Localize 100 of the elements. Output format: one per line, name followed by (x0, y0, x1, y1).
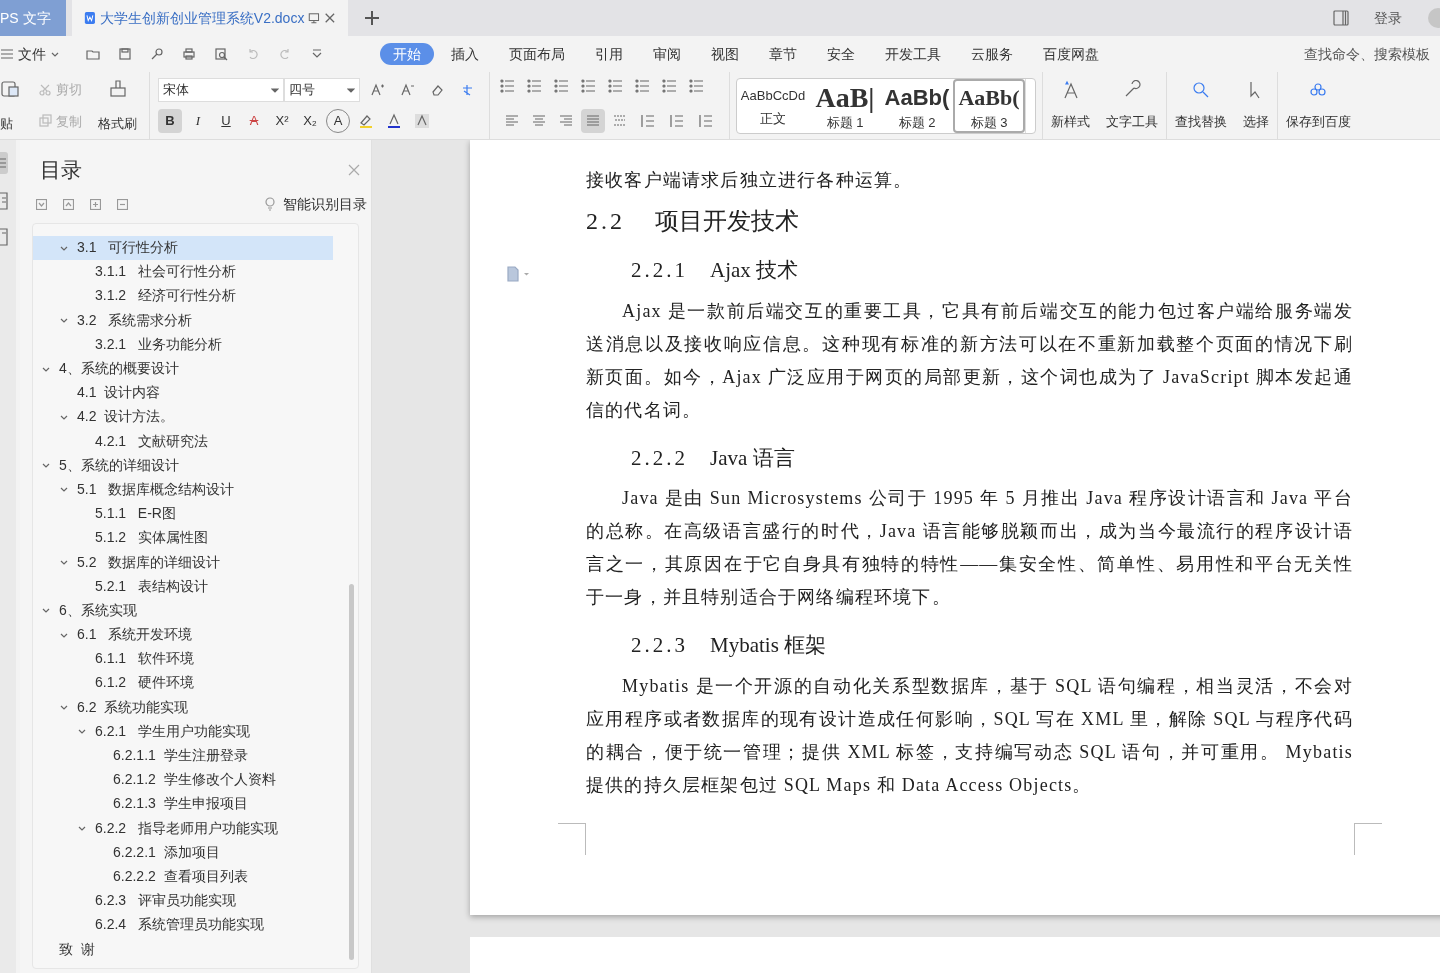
toc-item[interactable]: 6.2 系统功能实现 (33, 695, 333, 720)
section-heading: 2.2 项目开发技术 (586, 207, 800, 236)
format-button[interactable]: U (214, 109, 238, 133)
clipboard-icon[interactable] (0, 78, 20, 98)
toc-item[interactable]: 3.1.2 经济可行性分析 (45, 283, 345, 309)
toc-item[interactable]: 5.2 数据库的详细设计 (33, 549, 333, 575)
toc-item[interactable]: 5、系统的详细设计 (33, 453, 333, 478)
ribbon-tab[interactable]: 页面布局 (496, 43, 578, 65)
highlight-icon[interactable] (358, 113, 374, 129)
style-option[interactable]: AaBb( 标题 3 (953, 78, 1025, 133)
tool-button[interactable]: 查找替换 (1167, 72, 1235, 139)
print-preview-icon[interactable] (214, 47, 228, 61)
brush-icon (107, 78, 128, 98)
toc-item[interactable]: 6.2.1.3 学生申报项目 (45, 791, 345, 816)
crop-mark (1354, 823, 1382, 855)
toc-item[interactable]: 4、系统的概要设计 (33, 356, 333, 381)
menu-icon (0, 48, 14, 60)
expand-level-icon[interactable] (90, 198, 101, 210)
shrink-font-icon[interactable] (400, 82, 416, 98)
ribbon-tab[interactable]: 插入 (438, 43, 492, 65)
style-option[interactable]: AaBb( 标题 2 (881, 78, 953, 133)
print-icon[interactable] (182, 47, 196, 61)
login-link[interactable]: 登录 (1374, 7, 1402, 29)
toc-item[interactable]: 6.2.1.2 学生修改个人资料 (45, 767, 345, 792)
section-heading: 2.2.3 Mybatis 框架 (631, 632, 828, 659)
toc-item[interactable]: 6.1.2 硬件环境 (45, 670, 345, 696)
toc-item[interactable]: 6、系统实现 (33, 598, 333, 623)
toc-item[interactable]: 4.1 设计内容 (33, 380, 333, 405)
toc-item[interactable]: 5.2.1 表结构设计 (45, 574, 345, 599)
style-label: 标题 2 (898, 113, 936, 131)
toc-item[interactable]: 6.1 系统开发环境 (33, 622, 333, 647)
format-button[interactable]: X² (270, 109, 294, 133)
toc-item[interactable]: 4.2 设计方法。 (33, 404, 333, 429)
caret-icon (271, 86, 279, 94)
toc-item[interactable]: 6.2.1.1 学生注册登录 (45, 743, 345, 768)
paragraph-marker-icon[interactable] (506, 266, 532, 282)
smart-toc-button[interactable]: 智能识别目录 (265, 193, 367, 215)
toc-item[interactable]: 5.1 数据库概念结构设计 (33, 477, 333, 502)
line-spacing-icon[interactable] (640, 113, 656, 129)
collapse-level-icon[interactable] (117, 198, 128, 210)
ribbon-tab[interactable]: 审阅 (640, 43, 694, 65)
font-color-icon[interactable] (386, 113, 402, 129)
page-icon[interactable] (0, 192, 10, 210)
body-paragraph: 接收客户端请求后独立进行各种运算。 (586, 169, 914, 192)
ribbon-tab[interactable]: 视图 (698, 43, 752, 65)
font-size-field[interactable]: 四号 (284, 78, 360, 102)
ribbon-tab[interactable]: 安全 (814, 43, 868, 65)
ribbon-tab[interactable]: 引用 (582, 43, 636, 65)
toc-item[interactable]: 5.1.2 实体属性图 (45, 525, 345, 550)
char-shading-icon[interactable] (414, 113, 430, 129)
style-option[interactable]: AaBbCcDd 正文 (737, 78, 809, 133)
toc-item[interactable]: 6.2.3 评审员功能实现 (45, 888, 345, 913)
tool-button[interactable]: 保存到百度 (1278, 72, 1358, 139)
ribbon-tab[interactable]: 开发工具 (872, 43, 954, 65)
toc-item[interactable]: 4.2.1 文献研究法 (45, 429, 345, 454)
toc-item[interactable]: 3.1 可行性分析 (33, 235, 333, 260)
toc-item[interactable]: 6.2.1 学生用户功能实现 (45, 719, 345, 744)
ribbon-tab[interactable]: 章节 (756, 43, 810, 65)
toc-item[interactable]: 5.1.1 E-R图 (45, 501, 345, 526)
close-icon[interactable] (347, 162, 361, 177)
plus-icon[interactable] (364, 10, 380, 26)
expand-all-icon[interactable] (36, 198, 47, 210)
toc-item[interactable]: 6.2.2.1 添加项目 (45, 840, 345, 865)
format-button[interactable]: X₂ (298, 109, 322, 133)
save-icon[interactable] (118, 47, 132, 61)
toc-item[interactable]: 6.2.4 系统管理员功能实现 (45, 912, 345, 937)
toc-panel-icon[interactable] (0, 152, 10, 174)
command-search-field[interactable]: 查找命令、搜索模板 (1300, 43, 1440, 65)
grow-font-icon[interactable] (370, 82, 386, 98)
toc-item[interactable]: 6.1.1 软件环境 (45, 646, 345, 671)
style-preview: AaBbCcDd (740, 87, 806, 105)
toc-item[interactable]: 3.2.1 业务功能分析 (45, 332, 345, 357)
style-label: 标题 3 (970, 113, 1008, 131)
font-name-field[interactable]: 宋体 (158, 78, 284, 102)
align-icon (504, 113, 520, 129)
format-button[interactable]: A (242, 109, 266, 133)
format-button[interactable]: B (158, 109, 182, 133)
ribbon-tab[interactable]: 云服务 (958, 43, 1026, 65)
ribbon-tab[interactable]: 百度网盘 (1030, 43, 1112, 65)
file-menu[interactable]: 文件 (0, 43, 64, 65)
toc-item[interactable]: 3.1.1 社会可行性分析 (45, 259, 345, 284)
paste-button[interactable]: 贴 (0, 113, 13, 133)
format-button[interactable]: I (186, 109, 210, 133)
collapse-all-icon[interactable] (63, 198, 74, 210)
tool-button[interactable]: 文字工具 (1098, 72, 1167, 139)
format-painter-button[interactable]: 格式刷 (94, 72, 141, 139)
close-icon[interactable] (324, 11, 336, 25)
toc-item[interactable]: 3.2 系统需求分析 (33, 308, 333, 333)
toc-item[interactable]: 6.2.2 指导老师用户功能实现 (45, 816, 345, 841)
toc-item[interactable]: 6.2.2.2 查看项目列表 (45, 864, 345, 889)
open-folder-icon[interactable] (86, 47, 100, 61)
style-option[interactable]: AaB| 标题 1 (809, 78, 881, 133)
toc-item[interactable]: 致 谢 (33, 936, 333, 962)
scrollbar-thumb[interactable] (349, 583, 354, 960)
bookmark-icon[interactable] (0, 228, 10, 246)
tool-button[interactable]: 新样式 (1043, 72, 1098, 139)
document-tab[interactable]: 大学生创新创业管理系统V2.docx (72, 0, 348, 36)
bullet-list-icon[interactable] (500, 78, 516, 94)
avatar-icon (1426, 8, 1440, 28)
tool-button[interactable]: 选择 (1235, 72, 1278, 139)
